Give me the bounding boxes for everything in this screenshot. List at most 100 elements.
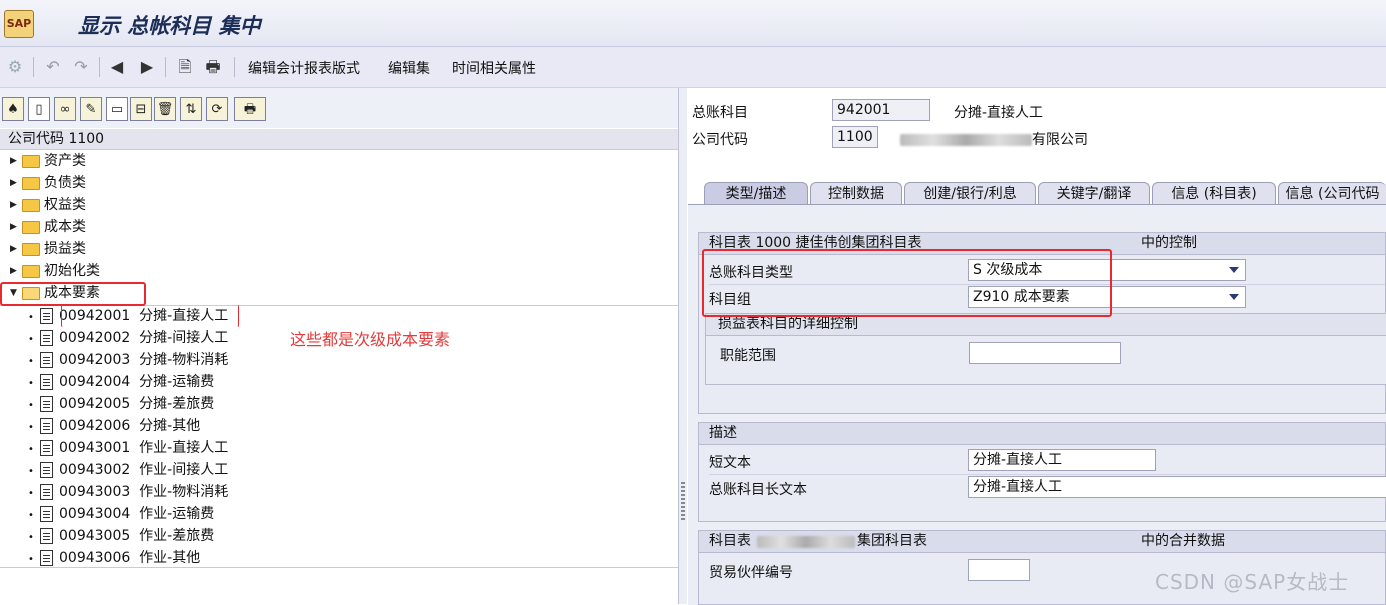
description-group-header: 描述 [699,423,1385,445]
tab-keyword-translation[interactable]: 关键字/翻译 [1038,182,1150,204]
document-icon [40,330,53,346]
row-divider [709,474,1385,475]
previous-icon[interactable]: ◀ [106,56,128,78]
tree-folder[interactable]: ▶ 初始化类 [10,260,100,282]
edit-fs-version-button[interactable]: 编辑会计报表版式 [248,58,360,78]
tree-account-item[interactable]: • 00943006 作业-其他 [28,547,200,569]
long-text-field[interactable]: 分摊-直接人工 [968,476,1386,498]
folder-icon [22,198,40,212]
functional-area-label: 职能范围 [720,348,776,364]
description-group: 描述 短文本 分摊-直接人工 总账科目长文本 分摊-直接人工 [698,422,1386,522]
binoculars-icon[interactable]: ♠ [2,97,24,121]
annotation-text: 这些都是次级成本要素 [290,330,451,349]
expand-icon[interactable]: ▶ [10,260,20,282]
consolidation-group-header: 科目表 集团科目表 中的合并数据 [699,531,1385,553]
folder-icon [22,264,40,278]
tree-folder[interactable]: ▶ 权益类 [10,194,86,216]
highlight-box [0,282,146,306]
document-icon [40,440,53,456]
redo-icon[interactable]: ↷ [70,56,92,78]
window-title: 显示 总帐科目 集中 [78,14,261,38]
document-icon [40,506,53,522]
gl-account-description: 分摊-直接人工 [954,105,1044,121]
tree-folder[interactable]: ▶ 成本类 [10,216,86,238]
copy-icon[interactable]: ▭ [106,97,128,121]
title-bar: SAP 显示 总帐科目 集中 [0,0,1386,47]
pane-splitter[interactable] [679,88,687,604]
time-dependent-attributes-button[interactable]: 时间相关属性 [452,58,536,78]
tab-create-bank-interest[interactable]: 创建/银行/利息 [904,182,1036,204]
redacted-text [900,134,1032,146]
document-icon [40,418,53,434]
tree-account-item[interactable]: • 00943001 作业-直接人工 [28,437,228,459]
transport-icon[interactable]: ⇅ [180,97,202,121]
print-menu-icon[interactable]: 🖶 [234,97,266,121]
short-text-field[interactable]: 分摊-直接人工 [968,449,1156,471]
expand-icon[interactable]: ▶ [10,238,20,260]
watermark: CSDN @SAP女战士 [1155,570,1350,594]
tree-account-item[interactable]: • 00942004 分摊-运输费 [28,371,214,393]
expand-icon[interactable]: ▶ [10,194,20,216]
company-code-header: 公司代码 1100 [0,129,678,150]
print-icon[interactable]: 🖶 [202,56,224,78]
tree-account-item[interactable]: • 00943004 作业-运输费 [28,503,214,525]
tree-folder[interactable]: ▶ 负债类 [10,172,86,194]
folder-icon [22,220,40,234]
splitter-grip[interactable] [681,482,685,520]
functional-area-field[interactable] [969,342,1121,364]
expand-icon[interactable]: ▶ [10,150,20,172]
document-icon [40,396,53,412]
tab-panel: 科目表 1000 捷佳伟创集团科目表 中的控制 总账科目类型 S 次级成本 科目… [688,204,1386,605]
expand-icon[interactable]: ▶ [10,172,20,194]
next-icon[interactable]: ▶ [136,56,158,78]
tree-account-item[interactable]: • 00942002 分摊-间接人工 [28,327,228,349]
edit-set-button[interactable]: 编辑集 [388,58,430,78]
company-code-field[interactable]: 1100 [832,126,878,148]
toolbar-separator [33,57,34,77]
pl-detail-group: 损益表科目的详细控制 职能范围 [705,313,1386,385]
dropdown-arrow-icon[interactable] [1229,294,1239,300]
gl-account-field[interactable]: 942001 [832,99,930,121]
tree-account-item[interactable]: • 00943003 作业-物料消耗 [28,481,228,503]
pl-detail-header: 损益表科目的详细控制 [706,314,1386,336]
delete-document-icon[interactable]: 🗎 [174,56,196,78]
hierarchy-icon[interactable]: ⚙ [4,56,26,78]
edit-pencil-icon[interactable]: ✎ [80,97,102,121]
tab-type-description[interactable]: 类型/描述 [704,182,808,204]
document-icon [40,462,53,478]
trash-icon[interactable]: 🗑 [154,97,176,121]
document-icon [40,528,53,544]
toolbar-separator [99,57,100,77]
document-icon [40,550,53,566]
lock-icon[interactable]: ⊟ [130,97,152,121]
refresh-icon[interactable]: ⟳ [206,97,228,121]
tree-folder[interactable]: ▶ 资产类 [10,150,86,172]
navigation-pane: ♠ ▯ ∞ ✎ ▭ ⊟ 🗑 ⇅ ⟳ 🖶 公司代码 1100 ▶ 资产类 ▶ 负债类 … [0,88,679,604]
application-toolbar: ⚙ ↶ ↷ ◀ ▶ 🗎 🖶 编辑会计报表版式 编辑集 时间相关属性 [0,47,1386,88]
tree-account-item[interactable]: • 00943005 作业-差旅费 [28,525,214,547]
create-icon[interactable]: ▯ [28,97,50,121]
tab-control-data[interactable]: 控制数据 [810,182,902,204]
tab-info-chart-of-accounts[interactable]: 信息 (科目表) [1152,182,1276,204]
tree-account-item[interactable]: • 00942006 分摊-其他 [28,415,200,437]
divider [0,567,678,568]
expand-icon[interactable]: ▶ [10,216,20,238]
tree-account-item[interactable]: • 00942003 分摊-物料消耗 [28,349,228,371]
gl-account-label: 总账科目 [692,105,748,121]
short-text-label: 短文本 [709,455,751,471]
document-icon [40,374,53,390]
long-text-label: 总账科目长文本 [709,482,807,498]
trading-partner-field[interactable] [968,559,1030,581]
selection-marker [61,304,239,328]
dropdown-arrow-icon[interactable] [1229,267,1239,273]
company-code-label: 公司代码 [692,132,748,148]
tree-account-item[interactable]: • 00942005 分摊-差旅费 [28,393,214,415]
display-icon[interactable]: ∞ [54,97,76,121]
detail-pane: 总账科目 942001 分摊-直接人工 公司代码 1100 有限公司 类型/描述… [688,88,1386,605]
tree-folder[interactable]: ▶ 损益类 [10,238,86,260]
tab-strip: 类型/描述 控制数据 创建/银行/利息 关键字/翻译 信息 (科目表) 信息 (… [688,182,1386,204]
tree-account-item[interactable]: • 00943002 作业-间接人工 [28,459,228,481]
sap-app-icon[interactable]: SAP [4,10,34,38]
undo-icon[interactable]: ↶ [42,56,64,78]
tab-info-company-code[interactable]: 信息 (公司代码 [1278,182,1386,204]
